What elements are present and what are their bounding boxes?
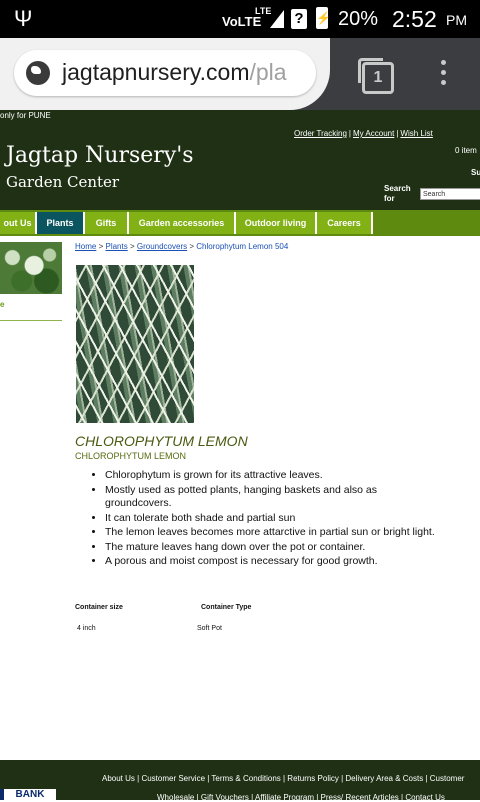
breadcrumb-separator: > <box>98 242 104 251</box>
logo-subtitle[interactable]: Garden Center <box>6 173 119 191</box>
globe-icon <box>26 61 50 85</box>
cart-count[interactable]: 0 item <box>455 146 477 155</box>
breadcrumb-separator: > <box>189 242 195 251</box>
nav-item-garden-accessories[interactable]: Garden accessories <box>129 212 236 234</box>
footer-link-contact[interactable]: Contact Us <box>405 793 445 802</box>
site-header: only for PUNE Order Tracking | My Account |… <box>0 110 480 210</box>
nav-item-plants[interactable]: Plants <box>37 212 85 234</box>
signal-icon <box>270 10 284 28</box>
order-tracking-link[interactable]: Order Tracking <box>294 129 347 138</box>
footer-link-wholesale[interactable]: Wholesale <box>157 793 194 802</box>
product-image[interactable] <box>76 265 194 423</box>
spec-header-container-size: Container size <box>75 604 123 611</box>
footer-link-gift-vouchers[interactable]: Gift Vouchers <box>201 793 249 802</box>
url-path: /pla <box>249 59 287 85</box>
list-item: It can tolerate both shade and partial s… <box>105 512 435 526</box>
footer-link-about-us[interactable]: About Us <box>102 774 135 783</box>
network-type: VoLTE <box>222 14 262 29</box>
bank-logo: BANK <box>0 789 56 800</box>
list-item: The mature leaves hang down over the pot… <box>105 541 435 555</box>
nav-item-gifts[interactable]: Gifts <box>85 212 129 234</box>
spec-value-container-size: 4 inch <box>77 625 96 632</box>
list-item: The lemon leaves becomes more attarctive… <box>105 526 435 540</box>
header-links: Order Tracking | My Account | Wish List <box>294 129 433 138</box>
url-text[interactable]: jagtapnursery.com/pla <box>62 59 287 86</box>
overflow-menu-icon[interactable] <box>441 60 447 90</box>
browser-toolbar: jagtapnursery.com/pla 1 <box>0 38 480 110</box>
footer-link-customer[interactable]: Customer <box>430 774 465 783</box>
breadcrumb-current: Chlorophytum Lemon 504 <box>196 242 289 251</box>
site-footer: About Us | Customer Service | Terms & Co… <box>0 760 480 802</box>
breadcrumb-separator: > <box>129 242 135 251</box>
breadcrumb-groundcovers[interactable]: Groundcovers <box>137 242 187 251</box>
clock-time: 2:52 <box>392 6 437 32</box>
product-title: CHLOROPHYTUM LEMON <box>75 433 248 449</box>
header-su-label: Su <box>471 168 480 177</box>
footer-link-returns[interactable]: Returns Policy <box>287 774 339 783</box>
nav-item-outdoor-living[interactable]: Outdoor living <box>236 212 317 234</box>
footer-link-terms[interactable]: Terms & Conditions <box>211 774 280 783</box>
status-bar: Ψ VoLTE LTE ? ⚡ 20% 2:52 PM <box>0 0 480 38</box>
battery-charging-icon: ⚡ <box>316 7 331 29</box>
footer-link-customer-service[interactable]: Customer Service <box>141 774 205 783</box>
logo-title[interactable]: Jagtap Nursery's <box>6 143 194 168</box>
sidebar-divider <box>0 320 62 321</box>
battery-percent: 20% <box>338 8 379 30</box>
wish-list-link[interactable]: Wish List <box>400 129 432 138</box>
product-subtitle: CHLOROPHYTUM LEMON <box>75 451 187 461</box>
sidebar-thumbnail[interactable] <box>0 242 62 294</box>
spec-value-container-type: Soft Pot <box>197 625 222 632</box>
footer-link-delivery[interactable]: Delivery Area & Costs <box>345 774 423 783</box>
clock-ampm: PM <box>446 12 467 28</box>
search-input[interactable]: Search <box>420 188 480 200</box>
usb-icon: Ψ <box>14 6 33 31</box>
breadcrumb-plants[interactable]: Plants <box>105 242 127 251</box>
breadcrumb: Home > Plants > Groundcovers > Chlorophy… <box>75 242 288 251</box>
nav-item-careers[interactable]: Careers <box>317 212 373 234</box>
footer-links-row2: Wholesale | Gift Vouchers | Affiliate Pr… <box>157 793 445 802</box>
footer-link-press[interactable]: Press/ Recent Articles <box>321 793 399 802</box>
footer-links-row1: About Us | Customer Service | Terms & Co… <box>102 774 465 783</box>
sidebar-label[interactable]: e <box>0 300 4 309</box>
nav-item-about-us[interactable]: out Us <box>0 212 37 234</box>
header-notice: only for PUNE <box>0 111 51 120</box>
breadcrumb-home[interactable]: Home <box>75 242 96 251</box>
product-description-list: Chlorophytum is grown for its attractive… <box>92 469 435 570</box>
address-bar[interactable]: jagtapnursery.com/pla <box>14 50 316 96</box>
my-account-link[interactable]: My Account <box>353 129 394 138</box>
lte-label: LTE <box>255 6 272 16</box>
list-item: A porous and moist compost is necessary … <box>105 555 435 569</box>
list-item: Chlorophytum is grown for its attractive… <box>105 469 435 483</box>
main-nav: out Us Plants Gifts Garden accessories O… <box>0 210 480 236</box>
url-domain: jagtapnursery.com <box>62 59 250 85</box>
footer-link-affiliate[interactable]: Affiliate Program <box>255 793 314 802</box>
list-item: Mostly used as potted plants, hanging ba… <box>105 484 435 511</box>
sim-unknown-icon: ? <box>291 9 307 29</box>
spec-header-container-type: Container Type <box>201 604 252 611</box>
tab-switcher-button[interactable]: 1 <box>362 62 394 94</box>
search-label: Search for <box>384 184 411 203</box>
sidebar: e <box>0 240 62 322</box>
